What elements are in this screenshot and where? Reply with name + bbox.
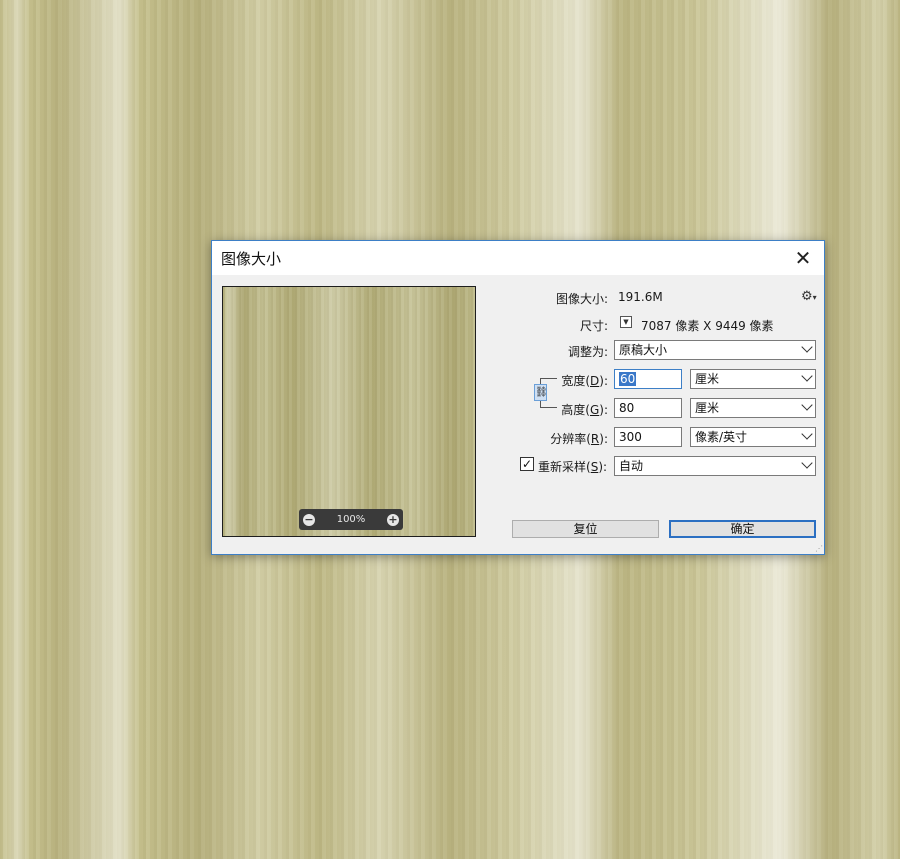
- resolution-unit-select[interactable]: 像素/英寸: [690, 427, 816, 447]
- ok-button[interactable]: 确定: [669, 520, 816, 538]
- width-unit-select[interactable]: 厘米: [690, 369, 816, 389]
- chevron-down-icon: [801, 399, 813, 411]
- resample-checkbox[interactable]: ✓: [520, 457, 534, 471]
- width-label: 宽度(D):: [561, 374, 608, 388]
- height-unit-value: 厘米: [695, 401, 720, 415]
- height-input[interactable]: 80: [614, 398, 682, 418]
- fit-to-label: 调整为:: [567, 345, 608, 359]
- resolution-input[interactable]: 300: [614, 427, 682, 447]
- dimensions-label: 尺寸:: [579, 319, 608, 333]
- width-unit-value: 厘米: [695, 372, 720, 386]
- reset-button[interactable]: 复位: [512, 520, 659, 538]
- resize-grip[interactable]: ⋰: [815, 545, 823, 553]
- width-input[interactable]: 60: [614, 369, 682, 389]
- resample-select[interactable]: 自动: [614, 456, 816, 476]
- width-value: 60: [619, 372, 637, 386]
- fit-to-value: 原稿大小: [619, 343, 668, 357]
- chevron-down-icon: [801, 457, 813, 469]
- image-size-label: 图像大小:: [555, 292, 608, 306]
- dimensions-unit-dropdown-icon[interactable]: ▼: [620, 316, 632, 328]
- fit-to-select[interactable]: 原稿大小: [614, 340, 816, 360]
- image-size-value: 191.6M: [618, 290, 663, 304]
- dimensions-value: 7087 像素 X 9449 像素: [641, 319, 774, 333]
- resample-value: 自动: [619, 459, 644, 473]
- height-label: 高度(G):: [561, 403, 608, 417]
- resolution-unit-value: 像素/英寸: [695, 430, 748, 444]
- resolution-label: 分辨率(R):: [550, 432, 608, 446]
- chevron-down-icon: [801, 370, 813, 382]
- resample-label: 重新采样(S):: [538, 460, 608, 474]
- resolution-value: 300: [619, 430, 642, 444]
- chevron-down-icon: [801, 428, 813, 440]
- height-unit-select[interactable]: 厘米: [690, 398, 816, 418]
- height-value: 80: [619, 401, 635, 415]
- image-size-dialog: 图像大小 ✕ − 100% + 图像大小: 191.6M ⚙▾ 尺寸: ▼ 70…: [211, 240, 825, 555]
- chevron-down-icon: [801, 341, 813, 353]
- gear-icon[interactable]: ⚙▾: [801, 289, 817, 304]
